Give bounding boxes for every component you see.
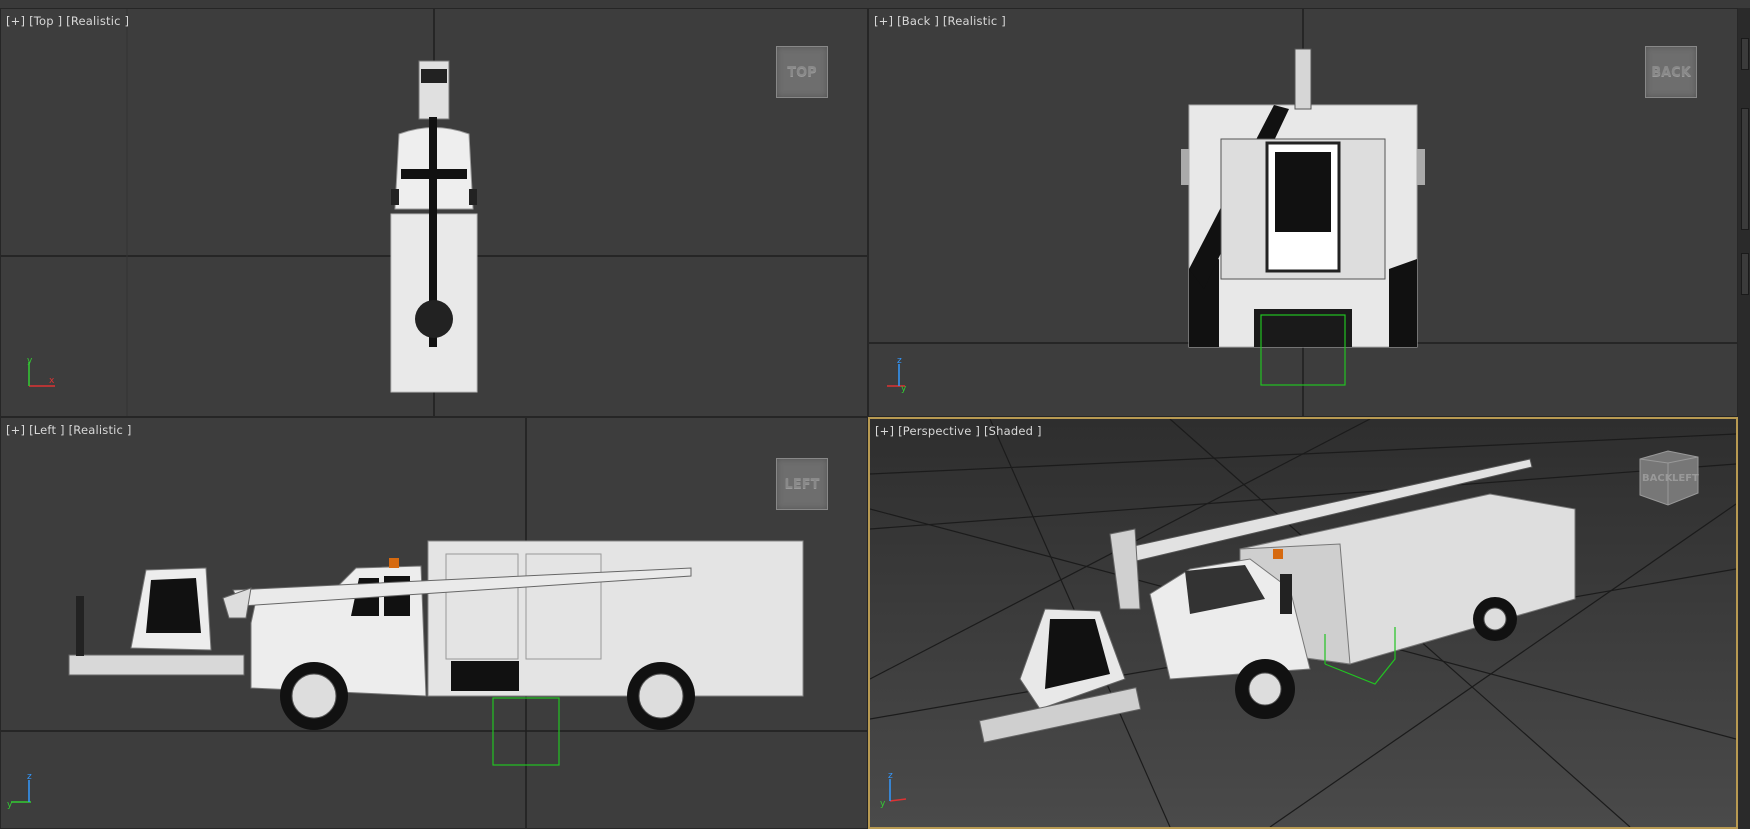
viewport-label-back[interactable]: [+] [Back ] [Realistic ]	[874, 14, 1006, 28]
svg-text:z: z	[897, 356, 902, 366]
viewport-label-left[interactable]: [+] [Left ] [Realistic ]	[6, 423, 132, 437]
viewport-perspective[interactable]: [+] [Perspective ] [Shaded ] BACK LEFT z…	[868, 417, 1738, 829]
viewport-label-top[interactable]: [+] [Top ] [Realistic ]	[6, 14, 129, 28]
viewcube-top[interactable]: TOP	[776, 46, 828, 98]
svg-text:z: z	[27, 772, 32, 782]
svg-text:y: y	[880, 799, 886, 809]
svg-text:y: y	[901, 384, 907, 394]
axis-tripod-icon: x y	[27, 356, 55, 387]
viewcube-left[interactable]: LEFT	[776, 458, 828, 510]
svg-text:y: y	[7, 800, 13, 810]
viewport-top[interactable]: [+] [Top ] [Realistic ] TOP x y	[0, 8, 868, 417]
axis-tripod-icon: z y	[7, 772, 32, 810]
left-view-scene	[1, 418, 867, 828]
truck-left-model	[68, 540, 804, 730]
viewcube-face-left[interactable]: LEFT	[1672, 473, 1699, 484]
viewcube-perspective[interactable]: BACK LEFT	[1638, 449, 1700, 507]
panel-handle[interactable]	[1741, 38, 1749, 70]
back-view-scene	[869, 9, 1737, 416]
axis-tripod-icon: z y	[880, 771, 907, 809]
panel-handle[interactable]	[1741, 253, 1749, 295]
truck-back-model	[1181, 48, 1425, 348]
perspective-view-scene	[870, 419, 1736, 827]
viewport-left[interactable]: [+] [Left ] [Realistic ] LEFT z y	[0, 417, 868, 829]
svg-text:x: x	[49, 376, 55, 386]
svg-text:z: z	[888, 771, 893, 781]
svg-text:y: y	[27, 356, 33, 366]
right-panel-edge[interactable]	[1738, 8, 1750, 829]
viewport-label-perspective[interactable]: [+] [Perspective ] [Shaded ]	[875, 424, 1042, 438]
panel-handle[interactable]	[1741, 108, 1749, 230]
viewport-back[interactable]: [+] [Back ] [Realistic ] BACK z y	[868, 8, 1738, 417]
axis-tripod-icon: z y	[887, 356, 907, 394]
viewcube-back[interactable]: BACK	[1645, 46, 1697, 98]
viewcube-face-back[interactable]: BACK	[1642, 473, 1672, 484]
truck-top-model	[390, 60, 478, 393]
top-view-scene	[1, 9, 867, 416]
